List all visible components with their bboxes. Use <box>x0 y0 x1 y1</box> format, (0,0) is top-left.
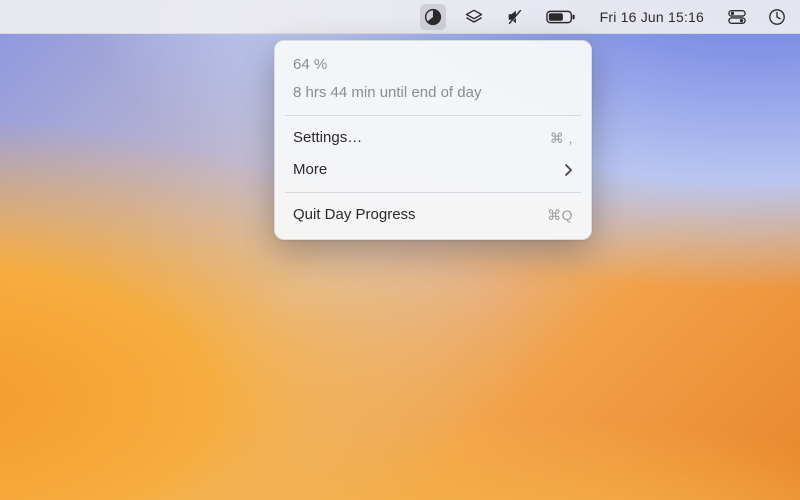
menubar-item-battery[interactable] <box>542 4 580 30</box>
menu-item-quit-shortcut: ⌘Q <box>547 203 573 227</box>
menu-percent-row: 64 % <box>275 49 591 81</box>
menu-separator <box>285 192 581 193</box>
volume-mute-icon <box>506 8 524 26</box>
menubar-item-day-progress[interactable] <box>420 4 446 30</box>
stack-icon <box>464 8 484 26</box>
menu-percent-label: 64 % <box>293 53 327 77</box>
menubar-item-clock[interactable] <box>764 4 790 30</box>
menu-item-settings-label: Settings… <box>293 126 362 150</box>
day-progress-menu: 64 % 8 hrs 44 min until end of day Setti… <box>274 40 592 240</box>
menu-item-more[interactable]: More <box>275 154 591 186</box>
menubar-item-sound-muted[interactable] <box>502 4 528 30</box>
chevron-right-icon <box>563 163 573 177</box>
menubar: Fri 16 Jun 15:16 <box>0 0 800 34</box>
menubar-datetime[interactable]: Fri 16 Jun 15:16 <box>594 4 710 30</box>
menu-item-settings[interactable]: Settings… ⌘ , <box>275 122 591 154</box>
menu-item-quit-label: Quit Day Progress <box>293 203 416 227</box>
menu-item-settings-shortcut: ⌘ , <box>550 126 573 150</box>
toggles-icon <box>728 9 746 25</box>
menu-item-more-label: More <box>293 158 327 182</box>
menu-item-quit[interactable]: Quit Day Progress ⌘Q <box>275 199 591 231</box>
menu-remaining-row: 8 hrs 44 min until end of day <box>275 81 591 109</box>
battery-icon <box>546 9 576 25</box>
menubar-item-control-center[interactable] <box>724 4 750 30</box>
menu-separator <box>285 115 581 116</box>
menubar-datetime-label: Fri 16 Jun 15:16 <box>600 9 704 25</box>
clock-icon <box>768 8 786 26</box>
menubar-item-stacks[interactable] <box>460 4 488 30</box>
pie-progress-icon <box>424 8 442 26</box>
menu-remaining-label: 8 hrs 44 min until end of day <box>293 81 481 105</box>
